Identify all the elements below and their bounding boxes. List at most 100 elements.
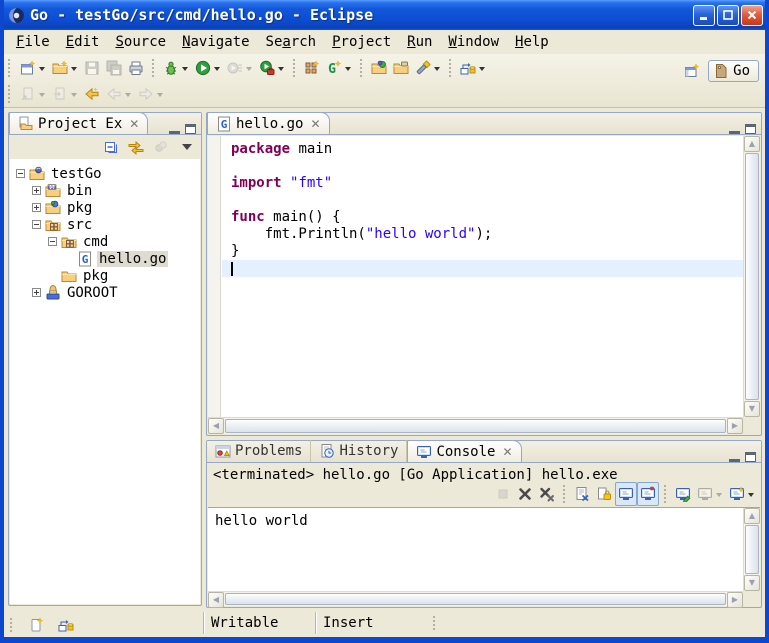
- clear-console-button[interactable]: [571, 482, 593, 506]
- external-tools-button[interactable]: [256, 56, 288, 80]
- toolbar-separator: [152, 59, 155, 77]
- tab-hello-go[interactable]: G hello.go ✕: [207, 112, 330, 134]
- open-perspective-button[interactable]: [682, 61, 702, 81]
- go-into-button: [49, 82, 81, 106]
- new-project-button[interactable]: [49, 56, 81, 80]
- menu-edit[interactable]: Edit: [58, 32, 108, 52]
- tree-item-src[interactable]: src: [10, 216, 200, 233]
- open-resource-icon: [371, 60, 387, 76]
- menu-source[interactable]: Source: [107, 32, 174, 52]
- tree-item-label: pkg: [65, 200, 94, 216]
- tree-item-goroot[interactable]: GOROOT: [10, 284, 200, 301]
- toolbar-separator: [664, 485, 667, 503]
- sync-tray-button[interactable]: [457, 56, 489, 80]
- eclipse-logo-icon: [8, 7, 25, 24]
- tab-history[interactable]: History: [311, 440, 407, 462]
- run-button[interactable]: [192, 56, 224, 80]
- open-resource-button[interactable]: [368, 56, 390, 80]
- expand-icon[interactable]: [32, 203, 41, 212]
- scroll-lock-button[interactable]: [593, 482, 615, 506]
- menu-search[interactable]: Search: [258, 32, 325, 52]
- collapse-all-button[interactable]: [100, 137, 122, 157]
- tree-item-hello-go[interactable]: Ghello.go: [10, 250, 200, 267]
- menu-window[interactable]: Window: [440, 32, 507, 52]
- tree-item-bin[interactable]: 010bin: [10, 182, 200, 199]
- console-output[interactable]: hello world: [208, 508, 743, 591]
- run-config-icon: [227, 60, 243, 76]
- menu-navigate[interactable]: Navigate: [174, 32, 257, 52]
- minimize-button[interactable]: [693, 5, 715, 26]
- tree-item-testgo[interactable]: testGo: [10, 165, 200, 182]
- close-editor-icon[interactable]: ✕: [307, 117, 320, 131]
- scroll-right-icon[interactable]: ▶: [727, 418, 743, 434]
- minimize-view-button[interactable]: [169, 125, 180, 134]
- open-console-button[interactable]: [726, 482, 758, 506]
- menu-run[interactable]: Run: [399, 32, 440, 52]
- link-with-editor-button[interactable]: [125, 137, 147, 157]
- print-button[interactable]: [125, 56, 147, 80]
- scroll-left-icon[interactable]: ◀: [208, 418, 224, 434]
- fast-view-button[interactable]: [25, 613, 47, 637]
- menu-file[interactable]: File: [8, 32, 58, 52]
- tab-console[interactable]: Console✕: [407, 440, 521, 462]
- code-editor[interactable]: package mainimport "fmt"func main() { fm…: [222, 136, 743, 417]
- view-menu-button[interactable]: [175, 137, 199, 157]
- pin-console-button[interactable]: [672, 482, 694, 506]
- minimize-console-button[interactable]: [729, 453, 740, 462]
- new-go-type-button[interactable]: G: [323, 56, 355, 80]
- close-button[interactable]: [741, 5, 763, 26]
- collapse-icon[interactable]: [16, 169, 25, 178]
- scroll-up-icon[interactable]: ▲: [744, 508, 760, 524]
- perspective-go-button[interactable]: Go: [708, 60, 759, 82]
- close-view-icon[interactable]: ✕: [126, 117, 139, 131]
- tree-item-cmd[interactable]: cmd: [10, 233, 200, 250]
- back-to-button[interactable]: [81, 82, 103, 106]
- collapse-icon[interactable]: [32, 220, 41, 229]
- editor-vertical-scrollbar[interactable]: ▲ ▼: [743, 136, 760, 417]
- scroll-left-icon[interactable]: ◀: [208, 592, 224, 608]
- history-icon: [319, 443, 335, 459]
- tree-item-label: GOROOT: [65, 285, 120, 301]
- scrollbar-thumb[interactable]: [745, 153, 759, 400]
- project-folder-icon: [29, 166, 45, 182]
- print-icon: [128, 60, 144, 76]
- search-button[interactable]: [412, 56, 444, 80]
- perspective-label: Go: [733, 63, 750, 79]
- scroll-down-icon[interactable]: ▼: [744, 401, 760, 417]
- new-wizard-button[interactable]: [17, 56, 49, 80]
- dropdown-arrow-icon: [434, 67, 440, 71]
- collapse-icon[interactable]: [48, 237, 57, 246]
- tree-item-pkg[interactable]: pkg: [10, 199, 200, 216]
- editor-horizontal-scrollbar[interactable]: ◀ ▶: [208, 417, 743, 434]
- scroll-right-icon[interactable]: ▶: [727, 592, 743, 608]
- insert-mode-status: Insert: [315, 612, 427, 634]
- expand-icon[interactable]: [32, 186, 41, 195]
- menu-help[interactable]: Help: [507, 32, 557, 52]
- expand-icon[interactable]: [32, 288, 41, 297]
- debug-button[interactable]: [160, 56, 192, 80]
- maximize-console-button[interactable]: [745, 452, 756, 462]
- open-import-button[interactable]: [390, 56, 412, 80]
- menu-project[interactable]: Project: [324, 32, 399, 52]
- scroll-down-icon[interactable]: ▼: [744, 575, 760, 591]
- maximize-view-button[interactable]: [185, 124, 196, 134]
- minimize-editor-button[interactable]: [729, 125, 740, 134]
- console-vertical-scrollbar[interactable]: ▲ ▼: [743, 508, 760, 591]
- console-horizontal-scrollbar[interactable]: ◀ ▶: [208, 591, 743, 606]
- maximize-button[interactable]: [717, 5, 739, 26]
- close-view-icon[interactable]: ✕: [499, 445, 512, 459]
- tab-project-explorer[interactable]: Project Ex ✕: [9, 112, 148, 134]
- show-stderr-button[interactable]: [637, 482, 659, 506]
- show-stdout-button[interactable]: [615, 482, 637, 506]
- remove-all-terminated-button[interactable]: [536, 482, 558, 506]
- remove-launch-button[interactable]: [514, 482, 536, 506]
- scroll-up-icon[interactable]: ▲: [744, 136, 760, 152]
- tab-problems[interactable]: Problems: [207, 440, 311, 462]
- maximize-editor-button[interactable]: [745, 124, 756, 134]
- new-go-package-button[interactable]: [301, 56, 323, 80]
- scrollbar-thumb[interactable]: [225, 593, 726, 605]
- sync-tray-button[interactable]: [55, 613, 77, 637]
- tree-item-pkg[interactable]: pkg: [10, 267, 200, 284]
- scrollbar-thumb[interactable]: [225, 419, 726, 433]
- scrollbar-thumb[interactable]: [745, 525, 759, 574]
